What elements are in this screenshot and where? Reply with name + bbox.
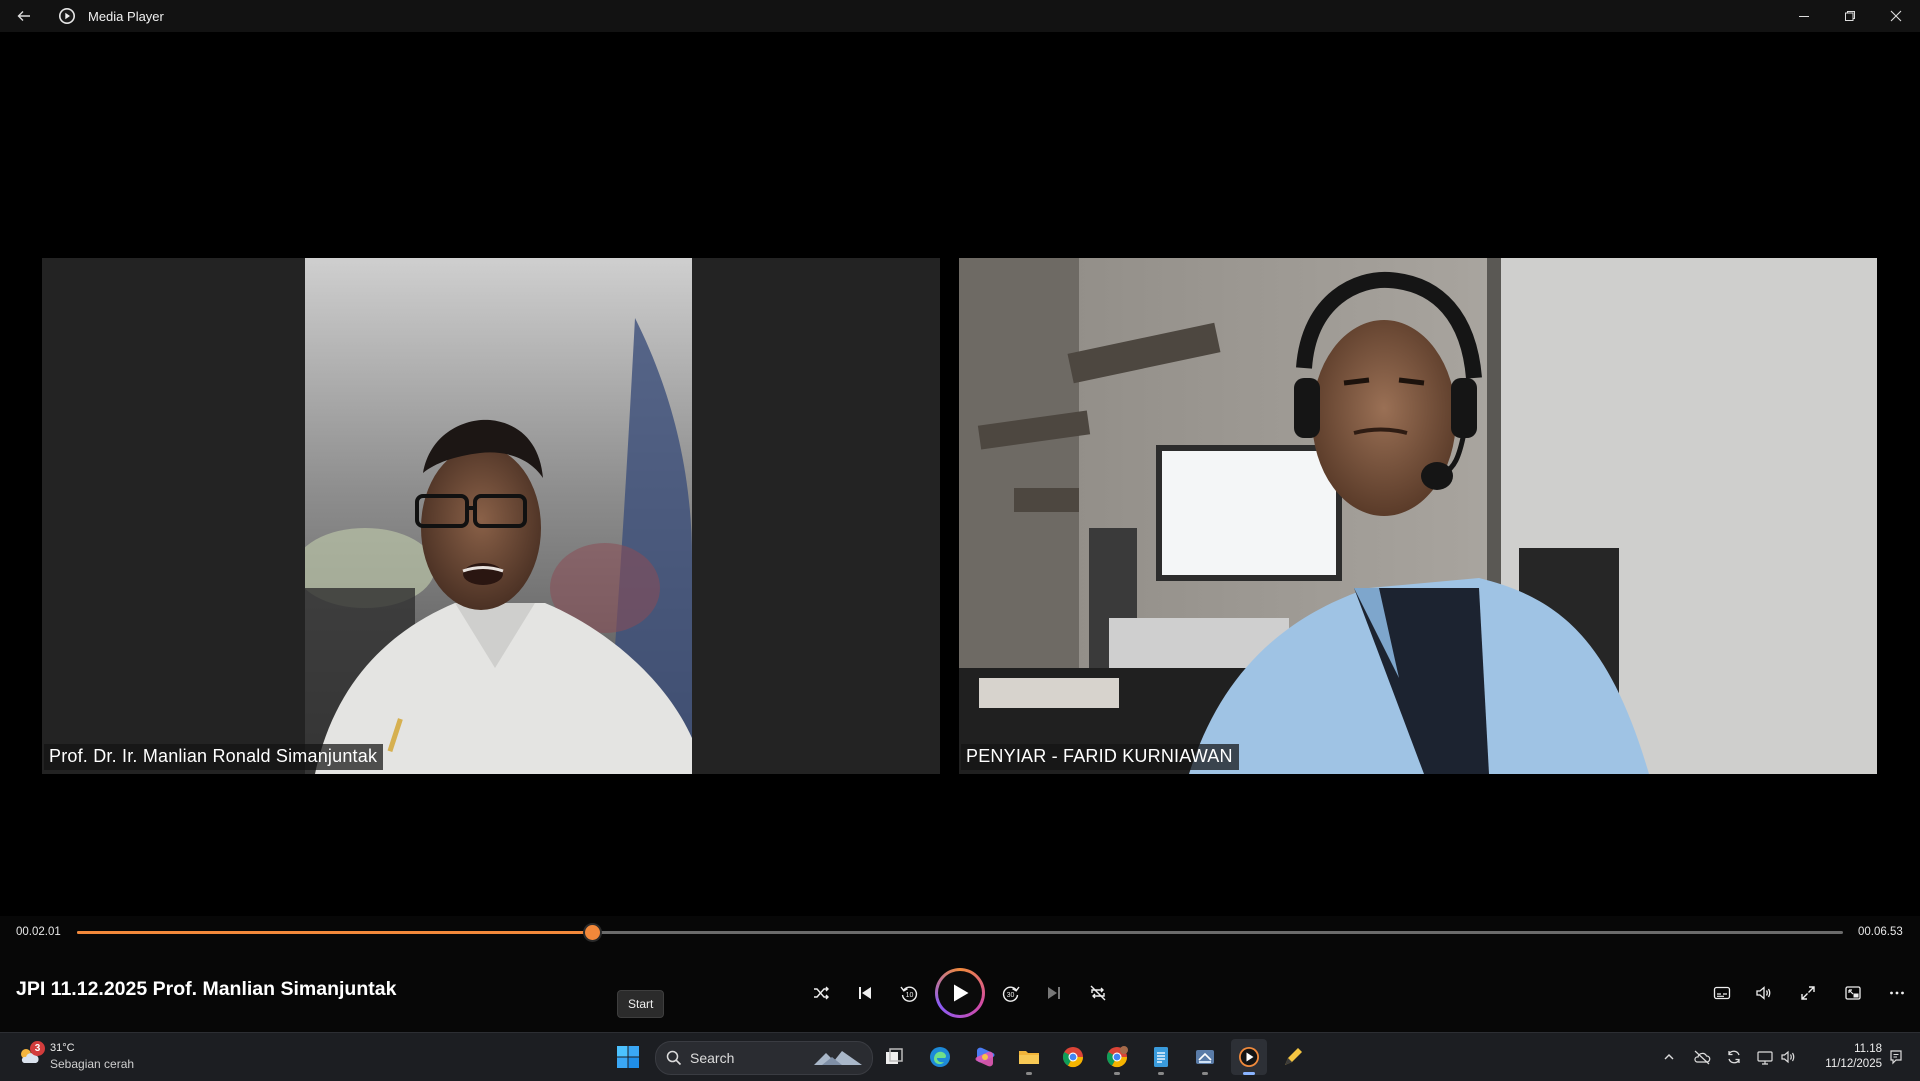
task-view-icon[interactable] <box>876 1039 912 1075</box>
participant-video <box>959 258 1877 774</box>
playback-controls: JPI 11.12.2025 Prof. Manlian Simanjuntak… <box>0 964 1920 1032</box>
participant-name-label: Prof. Dr. Ir. Manlian Ronald Simanjuntak <box>44 744 384 770</box>
chrome-profile-icon[interactable] <box>1099 1039 1135 1075</box>
fullscreen-icon[interactable] <box>1790 975 1826 1011</box>
chevron-up-icon[interactable] <box>1657 1045 1681 1069</box>
tooltip: Start <box>617 990 665 1018</box>
media-player-icon <box>58 7 76 25</box>
seek-progress <box>77 931 592 934</box>
edge-icon[interactable] <box>922 1039 958 1075</box>
notification-badge: 3 <box>30 1041 45 1056</box>
current-time: 00.02.01 <box>16 926 61 938</box>
app-icon[interactable] <box>1187 1039 1223 1075</box>
svg-text:10: 10 <box>906 992 914 999</box>
minimize-icon[interactable] <box>1781 0 1827 32</box>
total-time: 00.06.53 <box>1858 926 1903 938</box>
shuffle-icon[interactable] <box>803 975 839 1011</box>
participant-video <box>305 258 692 774</box>
clock-time: 11.18 <box>1854 1043 1882 1055</box>
close-icon[interactable] <box>1873 0 1919 32</box>
search-icon <box>666 1050 682 1071</box>
notepad-icon[interactable] <box>1143 1039 1179 1075</box>
cloud-off-icon[interactable] <box>1690 1045 1714 1069</box>
weather-condition: Sebagian cerah <box>50 1057 135 1071</box>
forward-30-icon[interactable]: 30 <box>993 975 1029 1011</box>
restore-icon[interactable] <box>1827 0 1873 32</box>
repeat-off-icon[interactable] <box>1080 975 1116 1011</box>
previous-icon[interactable] <box>847 975 883 1011</box>
participant-tile: Prof. Dr. Ir. Manlian Ronald Simanjuntak <box>42 258 940 774</box>
more-icon[interactable] <box>1879 975 1915 1011</box>
back-arrow-icon[interactable] <box>10 4 38 28</box>
file-explorer-icon[interactable] <box>1011 1039 1047 1075</box>
next-icon[interactable] <box>1036 975 1072 1011</box>
volume-icon[interactable] <box>1746 975 1782 1011</box>
chrome-icon[interactable] <box>1055 1039 1091 1075</box>
copilot-icon[interactable] <box>967 1039 1003 1075</box>
seek-bar: 00.02.01 00.06.53 <box>0 916 1920 964</box>
speaker-icon[interactable] <box>1776 1045 1800 1069</box>
network-icon[interactable] <box>1753 1045 1777 1069</box>
notification-icon[interactable] <box>1884 1045 1908 1069</box>
title-bar: Media Player <box>0 0 1920 32</box>
media-player-icon[interactable] <box>1231 1039 1267 1075</box>
taskbar: 3 31°C Sebagian cerah Search 11.18 11/12… <box>0 1032 1920 1081</box>
play-icon <box>938 971 982 1015</box>
seek-thumb[interactable] <box>584 925 600 940</box>
search-placeholder: Search <box>690 1050 735 1066</box>
clock-date: 11/12/2025 <box>1825 1058 1882 1070</box>
video-surface[interactable]: Prof. Dr. Ir. Manlian Ronald Simanjuntak <box>0 32 1920 916</box>
system-clock[interactable]: 11.18 11/12/2025 <box>1806 1042 1882 1072</box>
pen-tool-icon[interactable] <box>1275 1039 1311 1075</box>
taskbar-search[interactable]: Search <box>655 1041 873 1075</box>
weather-widget[interactable]: 3 31°C Sebagian cerah <box>16 1039 176 1075</box>
window-title: Media Player <box>88 9 164 24</box>
search-highlight-icon <box>812 1047 864 1069</box>
media-title: JPI 11.12.2025 Prof. Manlian Simanjuntak <box>16 978 397 1000</box>
subtitles-icon[interactable] <box>1704 975 1740 1011</box>
weather-temperature: 31°C <box>50 1042 75 1054</box>
mini-player-icon[interactable] <box>1835 975 1871 1011</box>
participant-tile: PENYIAR - FARID KURNIAWAN <box>959 258 1877 774</box>
sync-icon[interactable] <box>1722 1045 1746 1069</box>
seek-track[interactable] <box>77 925 1843 940</box>
start-icon[interactable] <box>610 1039 646 1075</box>
rewind-10-icon[interactable]: 10 <box>891 975 927 1011</box>
svg-text:30: 30 <box>1007 992 1015 999</box>
participant-name-label: PENYIAR - FARID KURNIAWAN <box>961 744 1239 770</box>
play-button[interactable] <box>935 968 985 1018</box>
